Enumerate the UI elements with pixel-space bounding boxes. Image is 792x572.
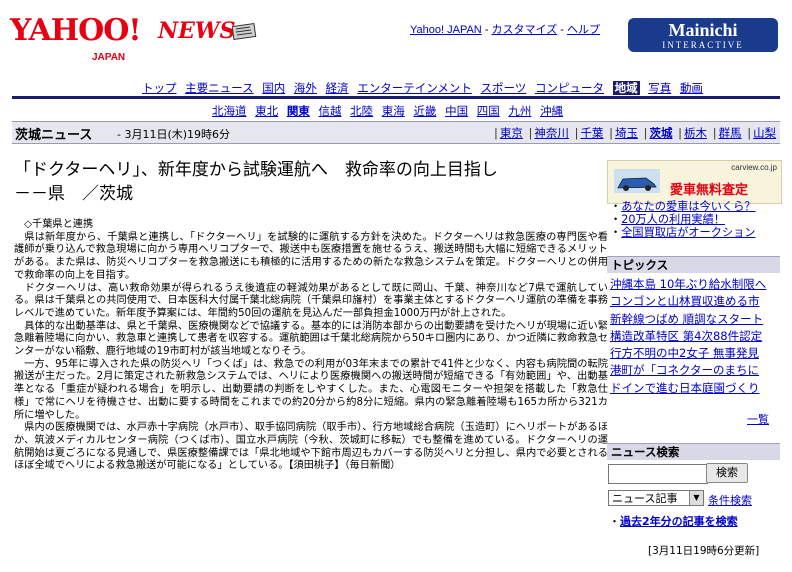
nav-divider <box>12 96 780 99</box>
updated-timestamp: [3月11日19時6分更新] <box>648 545 760 557</box>
topics-more-link[interactable]: 一覧 <box>747 411 769 427</box>
topic-link[interactable]: コンゴンと山林買収進める市 <box>610 293 780 310</box>
nav-top[interactable]: トップ <box>142 81 177 95</box>
news-logo[interactable]: NEWS <box>158 18 235 44</box>
article-body: ◇千葉県と連携 県は新年度から、千葉県と連携し、「ドクターヘリ」を試験的に運航す… <box>14 219 608 473</box>
region-kyushu[interactable]: 九州 <box>508 104 531 118</box>
topics-header: トピックス <box>607 256 780 273</box>
region-tokai[interactable]: 東海 <box>382 104 405 118</box>
section-date: - 3月11日(木)19時6分 <box>117 128 231 141</box>
region-okinawa[interactable]: 沖縄 <box>540 104 563 118</box>
article-headline: 「ドクターヘリ」、新年度から試験運航へ 救命率の向上目指し －－県 ／茨城 <box>14 158 604 206</box>
topic-link[interactable]: 構造改革特区 第4次88件認定 <box>610 328 780 345</box>
advanced-search-link[interactable]: 条件検索 <box>708 492 752 508</box>
article-paragraph: ドクターヘリは、高い救命効果が得られるうえ後遺症の軽減効果があるとして既に岡山、… <box>14 282 608 319</box>
article-subheading: ◇千葉県と連携 <box>14 219 94 230</box>
chevron-down-icon[interactable]: ▼ <box>689 491 703 505</box>
mainichi-logo-sub: INTERACTIVE <box>662 40 744 50</box>
top-links: Yahoo! JAPAN - カスタマイズ - ヘルプ <box>410 24 601 36</box>
search-button[interactable]: 検索 <box>706 463 748 483</box>
nav-main-news[interactable]: 主要ニュース <box>185 81 253 95</box>
nav-sports[interactable]: スポーツ <box>481 81 527 95</box>
ad-links: あなたの愛車は今いくら？ 20万人の利用実績！ 全国買取店がオークション <box>610 200 755 239</box>
car-icon <box>614 169 660 193</box>
ad-link-1[interactable]: あなたの愛車は今いくら？ <box>621 200 755 213</box>
news-search-header: ニュース検索 <box>607 443 780 460</box>
topics-list: 沖縄本島 10年ぶり給水制限へ コンゴンと山林買収進める市 新幹線つばめ 順調な… <box>610 276 780 397</box>
category-nav: トップ 主要ニュース 国内 海外 経済 エンターテインメント スポーツ コンピュ… <box>142 80 708 96</box>
region-nav: 北海道 東北 関東 信越 北陸 東海 近畿 中国 四国 九州 沖縄 <box>212 103 568 119</box>
ad-text: 愛車無料査定 <box>670 183 749 198</box>
article-paragraph: 県は新年度から、千葉県と連携し、「ドクターヘリ」を試験的に運航する方針を決めた。… <box>14 231 608 281</box>
mainichi-logo-name: Mainichi <box>668 20 738 40</box>
nav-domestic[interactable]: 国内 <box>262 81 285 95</box>
topic-link[interactable]: 新幹線つばめ 順調なスタート <box>610 311 780 328</box>
section-title: 茨城ニュース <box>15 128 93 143</box>
yahoo-logo[interactable]: YAHOO! JAPAN <box>10 16 142 64</box>
newspaper-icon <box>232 22 257 40</box>
region-tohoku[interactable]: 東北 <box>255 104 278 118</box>
article-paragraph: 一方、95年に導入された県の防災ヘリ「つくば」は、救急での利用が03年末までの累… <box>14 358 608 421</box>
mainichi-logo[interactable]: Mainichi INTERACTIVE <box>628 18 778 52</box>
topic-link[interactable]: 港町が「コネクターのまちに <box>610 362 780 379</box>
yahoo-japan-text: JAPAN <box>92 52 126 63</box>
customize-link[interactable]: カスタマイズ <box>492 24 558 36</box>
nav-overseas[interactable]: 海外 <box>294 81 317 95</box>
topic-link[interactable]: 沖縄本島 10年ぶり給水制限へ <box>610 276 780 293</box>
help-link[interactable]: ヘルプ <box>567 24 600 36</box>
nav-photo[interactable]: 写真 <box>648 81 671 95</box>
news-search-input[interactable] <box>608 464 708 484</box>
article-paragraph: 県内の医療機関では、水戸赤十字病院（水戸市）、取手協同病院（取手市）、行方地域総… <box>14 422 608 472</box>
pref-tokyo[interactable]: 東京 <box>500 126 523 140</box>
pref-kanagawa[interactable]: 神奈川 <box>534 126 569 140</box>
nav-region-selected[interactable]: 地域 <box>612 81 640 95</box>
headline-line-2: －－県 ／茨城 <box>14 184 133 204</box>
prefecture-nav: | 東京 | 神奈川 | 千葉 | 埼玉 | 茨城 | 栃木 | 群馬 | 山梨 <box>494 126 777 140</box>
region-shikoku[interactable]: 四国 <box>477 104 500 118</box>
ad-brand: carview.co.jp <box>731 163 777 172</box>
headline-line-1: 「ドクターヘリ」、新年度から試験運航へ 救命率の向上目指し <box>14 160 498 180</box>
nav-video[interactable]: 動画 <box>680 81 703 95</box>
region-kinki[interactable]: 近畿 <box>413 104 436 118</box>
carview-ad-banner[interactable]: carview.co.jp 愛車無料査定 <box>607 160 782 204</box>
pref-gunma[interactable]: 群馬 <box>719 126 742 140</box>
region-shinetsu[interactable]: 信越 <box>318 104 341 118</box>
pref-chiba[interactable]: 千葉 <box>580 126 603 140</box>
pref-ibaraki-selected[interactable]: 茨城 <box>650 126 673 140</box>
region-chugoku[interactable]: 中国 <box>445 104 468 118</box>
nav-economy[interactable]: 経済 <box>326 81 349 95</box>
pref-tochigi[interactable]: 栃木 <box>684 126 707 140</box>
yahoo-japan-link[interactable]: Yahoo! JAPAN <box>410 24 482 36</box>
topic-link[interactable]: ドインで進む日本庭園づくり <box>610 380 780 397</box>
article-paragraph: 具体的な出動基準は、県と千葉県、医療機関などで協議する。基本的には消防本部からの… <box>14 320 608 358</box>
pref-yamanashi[interactable]: 山梨 <box>753 126 776 140</box>
region-hokkaido[interactable]: 北海道 <box>212 104 247 118</box>
ad-link-3[interactable]: 全国買取店がオークション <box>621 226 755 239</box>
region-hokuriku[interactable]: 北陸 <box>350 104 373 118</box>
ad-link-2[interactable]: 20万人の利用実績！ <box>621 213 725 226</box>
region-kanto-selected[interactable]: 関東 <box>287 104 310 118</box>
search-scope-value: ニュース記事 <box>612 492 678 505</box>
nav-entertainment[interactable]: エンターテインメント <box>357 81 472 95</box>
topic-link[interactable]: 行方不明の中2女子 無事発見 <box>610 345 780 362</box>
past-articles-link[interactable]: 過去2年分の記事を検索 <box>620 515 738 528</box>
pref-saitama[interactable]: 埼玉 <box>615 126 638 140</box>
search-scope-select[interactable]: ニュース記事 ▼ <box>608 490 704 506</box>
past-articles-item: 過去2年分の記事を検索 <box>609 513 738 529</box>
nav-computer[interactable]: コンピュータ <box>535 81 604 95</box>
